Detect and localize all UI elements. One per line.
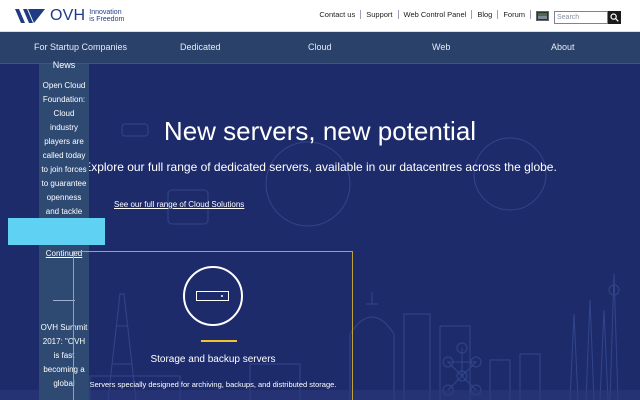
brand-name: OVH: [50, 7, 86, 24]
contact-us-link[interactable]: Contact us: [319, 10, 355, 19]
cloud-solutions-link[interactable]: See our full range of Cloud Solutions: [114, 200, 244, 209]
news-title: News: [52, 60, 76, 70]
main-nav: For Startup Companies Dedicated Cloud We…: [0, 32, 640, 64]
search-button[interactable]: [608, 11, 621, 24]
web-control-panel-link[interactable]: Web Control Panel: [404, 10, 467, 19]
divider: [360, 10, 362, 19]
divider: [397, 10, 399, 19]
utility-links: Contact us Support Web Control Panel Blo…: [319, 10, 536, 19]
hero-title: New servers, new potential: [163, 116, 477, 146]
divider: [471, 10, 473, 19]
ovh-logo[interactable]: OVH Innovation is Freedom: [14, 6, 129, 26]
hero-subtitle: Explore our full range of dedicated serv…: [83, 160, 557, 174]
nav-startup-companies[interactable]: For Startup Companies: [34, 42, 127, 52]
support-link[interactable]: Support: [366, 10, 392, 19]
nav-about[interactable]: About: [551, 42, 575, 52]
search-icon: [610, 13, 619, 22]
news-divider: [53, 300, 75, 301]
country-flag-icon[interactable]: [536, 11, 549, 21]
nav-dedicated[interactable]: Dedicated: [180, 42, 221, 52]
blog-link[interactable]: Blog: [477, 10, 492, 19]
card-description: Servers specially designed for archiving…: [89, 380, 337, 389]
forum-link[interactable]: Forum: [503, 10, 525, 19]
ovh-logo-icon: [15, 9, 45, 23]
server-icon: [196, 291, 229, 301]
divider: [497, 10, 499, 19]
feature-tab-button[interactable]: [8, 218, 105, 245]
nav-web[interactable]: Web: [432, 42, 450, 52]
nav-cloud[interactable]: Cloud: [308, 42, 332, 52]
brand-tagline: Innovation is Freedom: [89, 9, 125, 23]
top-bar: OVH Innovation is Freedom Contact us Sup…: [0, 0, 640, 32]
card-accent-line: [201, 340, 237, 342]
search-input[interactable]: Search: [554, 11, 608, 24]
card-title: Storage and backup servers: [150, 354, 276, 365]
divider: [530, 10, 531, 19]
